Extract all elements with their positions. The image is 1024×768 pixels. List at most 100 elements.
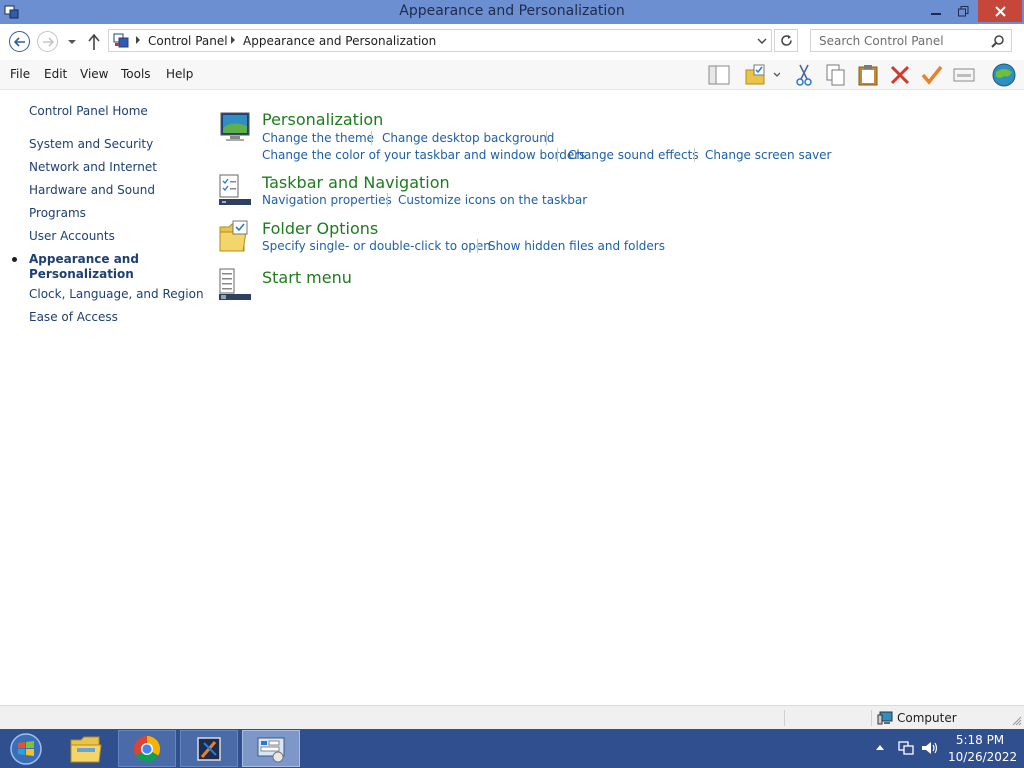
start-button[interactable]: [0, 730, 52, 767]
control-panel-icon: [257, 737, 285, 762]
nav-appearance-line1[interactable]: Appearance and: [29, 252, 139, 267]
recent-pages-dropdown[interactable]: [66, 36, 78, 48]
taskbar-control-panel[interactable]: [242, 730, 300, 767]
menu-file[interactable]: File: [10, 67, 30, 81]
link-change-sound-effects[interactable]: Change sound effects: [568, 148, 699, 162]
delete-icon: [890, 65, 910, 85]
navigation-bar: Control Panel Appearance and Personaliza…: [0, 24, 1024, 60]
layout-icon: [708, 65, 730, 85]
back-button[interactable]: [9, 31, 30, 52]
menu-tools[interactable]: Tools: [121, 67, 151, 81]
layout-button[interactable]: [705, 62, 733, 88]
title-bar: Appearance and Personalization: [0, 0, 1024, 24]
link-customize-taskbar-icons[interactable]: Customize icons on the taskbar: [398, 193, 587, 207]
menu-help[interactable]: Help: [166, 67, 193, 81]
taskbar-navigation-title[interactable]: Taskbar and Navigation: [262, 173, 450, 192]
windows-orb-icon: [10, 732, 42, 765]
refresh-button[interactable]: [774, 29, 798, 52]
chevron-right-icon: [231, 36, 235, 44]
breadcrumb-control-panel[interactable]: Control Panel: [148, 34, 228, 48]
taskbar-chrome[interactable]: [118, 730, 176, 767]
taskbar-app[interactable]: [180, 730, 238, 767]
breadcrumb-appearance[interactable]: Appearance and Personalization: [243, 34, 436, 48]
paste-icon: [858, 65, 878, 86]
nav-network-internet[interactable]: Network and Internet: [29, 160, 157, 175]
link-separator: [557, 148, 558, 162]
search-placeholder: Search Control Panel: [819, 34, 944, 48]
search-box[interactable]: Search Control Panel: [810, 29, 1012, 52]
link-separator: [477, 239, 478, 253]
nav-appearance-line2[interactable]: Personalization: [29, 267, 134, 282]
back-arrow-icon: [13, 36, 25, 47]
clock-date[interactable]: 10/26/2022: [948, 750, 1017, 764]
link-change-theme[interactable]: Change the theme: [262, 131, 374, 145]
window-title: Appearance and Personalization: [399, 3, 625, 19]
nav-programs[interactable]: Programs: [29, 206, 86, 221]
nav-ease-of-access[interactable]: Ease of Access: [29, 310, 118, 325]
link-separator: [694, 148, 695, 162]
taskbar-navigation-icon: [219, 174, 251, 205]
status-bar: Computer: [0, 705, 1024, 729]
resize-grip-icon[interactable]: [1012, 714, 1022, 726]
app-icon: [197, 736, 221, 761]
paste-button[interactable]: [854, 62, 882, 88]
nav-system-security[interactable]: System and Security: [29, 137, 153, 152]
up-arrow-icon[interactable]: [86, 33, 102, 51]
minimize-icon: [931, 13, 941, 15]
computer-icon: [877, 711, 893, 725]
minimize-button[interactable]: [922, 0, 950, 22]
clock-time[interactable]: 5:18 PM: [948, 733, 1012, 747]
link-separator: [371, 131, 372, 145]
menu-bar: File Edit View Tools Help: [0, 60, 1024, 90]
personalization-icon: [220, 112, 250, 141]
folder-options-title[interactable]: Folder Options: [262, 219, 378, 238]
personalization-title[interactable]: Personalization: [262, 110, 383, 129]
show-hidden-icons-icon[interactable]: [875, 743, 885, 751]
forward-arrow-icon: [42, 36, 54, 47]
nav-user-accounts[interactable]: User Accounts: [29, 229, 115, 244]
delete-button[interactable]: [886, 62, 914, 88]
chevron-right-icon: [136, 36, 140, 44]
link-separator: [546, 131, 547, 145]
checkmark-button[interactable]: [918, 62, 946, 88]
menu-edit[interactable]: Edit: [44, 67, 67, 81]
volume-icon[interactable]: [921, 740, 939, 756]
cut-button[interactable]: [790, 62, 818, 88]
network-icon[interactable]: [898, 740, 914, 756]
link-single-double-click[interactable]: Specify single- or double-click to open: [262, 239, 491, 253]
close-button[interactable]: [978, 0, 1022, 22]
properties-icon: [953, 68, 975, 82]
checkmark-icon: [921, 65, 943, 85]
restore-button[interactable]: [950, 0, 976, 22]
search-icon[interactable]: [991, 34, 1005, 48]
link-change-taskbar-color[interactable]: Change the color of your taskbar and win…: [262, 148, 585, 162]
nav-control-panel-home[interactable]: Control Panel Home: [29, 104, 148, 119]
folder-options-icon: [745, 64, 780, 85]
link-separator: [387, 193, 388, 207]
taskbar: 5:18 PM 10/26/2022: [0, 729, 1024, 768]
start-menu-icon: [219, 268, 251, 300]
start-menu-title[interactable]: Start menu: [262, 268, 352, 287]
menu-view[interactable]: View: [80, 67, 108, 81]
copy-button[interactable]: [822, 62, 850, 88]
globe-button[interactable]: [988, 62, 1020, 88]
file-explorer-icon: [70, 736, 102, 762]
status-location: Computer: [897, 711, 957, 725]
nav-hardware-sound[interactable]: Hardware and Sound: [29, 183, 155, 198]
chevron-down-icon[interactable]: [757, 35, 767, 47]
link-change-screen-saver[interactable]: Change screen saver: [705, 148, 832, 162]
restore-icon: [957, 5, 968, 16]
forward-button[interactable]: [37, 31, 58, 52]
link-show-hidden-files[interactable]: Show hidden files and folders: [488, 239, 665, 253]
address-bar[interactable]: Control Panel Appearance and Personaliza…: [108, 29, 772, 52]
link-navigation-properties[interactable]: Navigation properties: [262, 193, 392, 207]
copy-icon: [826, 64, 845, 86]
refresh-icon: [780, 35, 792, 46]
taskbar-file-explorer[interactable]: [57, 730, 115, 767]
nav-clock-language-region[interactable]: Clock, Language, and Region: [29, 287, 204, 302]
folder-options-button[interactable]: [742, 62, 782, 88]
folder-options-icon: [219, 220, 248, 252]
control-panel-icon: [113, 33, 129, 48]
link-change-desktop-background[interactable]: Change desktop background: [382, 131, 554, 145]
properties-button[interactable]: [950, 62, 978, 88]
